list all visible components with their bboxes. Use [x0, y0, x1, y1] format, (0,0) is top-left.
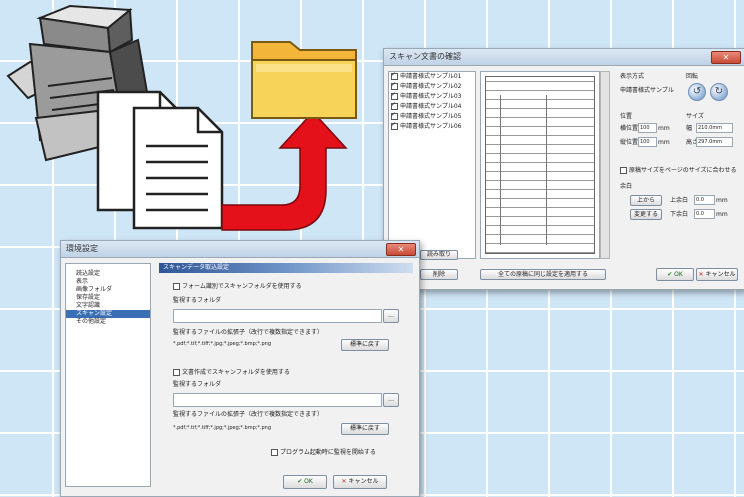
- list-item[interactable]: 申請書様式サンプル05: [389, 112, 475, 122]
- option1-ext-label: 監視するファイルの拡張子（改行で複数指定できます）: [173, 329, 324, 336]
- transfer-arrow-icon: [221, 110, 348, 231]
- preview-title: スキャン文書の確認: [389, 52, 461, 61]
- display-label: 表示方式: [620, 73, 645, 80]
- check-icon: ✔: [297, 478, 303, 485]
- preview-titlebar: スキャン文書の確認 ✕: [384, 49, 744, 66]
- margin-label: 余白: [620, 183, 633, 190]
- close-icon[interactable]: ✕: [386, 243, 416, 256]
- section-header: スキャンデータ取込設定: [159, 263, 413, 273]
- left-option-a[interactable]: 上から: [630, 195, 662, 206]
- pos-y-label: 縦位置: [620, 139, 639, 146]
- left-option-b[interactable]: 変更する: [630, 209, 662, 220]
- checkbox[interactable]: [620, 167, 627, 174]
- scan-preview-window: スキャン文書の確認 ✕ 申請書様式サンプル01 申請書様式サンプル02 申請書様…: [383, 48, 744, 290]
- tree-item[interactable]: 保存設定: [66, 294, 150, 302]
- startup-monitor-option[interactable]: プログラム起動時に監視を開始する: [271, 449, 376, 456]
- preview-scrollbar[interactable]: [600, 71, 610, 259]
- scan-illustration: [6, 4, 357, 231]
- settings-title: 環境設定: [66, 244, 98, 253]
- size-label: サイズ: [686, 113, 704, 120]
- option2-checkbox-row[interactable]: 文書作成でスキャンフォルダを使用する: [173, 369, 290, 376]
- unit-label: mm: [716, 211, 728, 218]
- page-preview: [480, 71, 600, 259]
- option1-reset-button[interactable]: 標準に戻す: [341, 339, 389, 351]
- unit-label: mm: [658, 125, 670, 132]
- browse-button[interactable]: …: [383, 309, 399, 323]
- width-field[interactable]: 210.0mm: [696, 123, 733, 133]
- fit-option[interactable]: 原稿サイズをページのサイズに合わせる: [620, 167, 737, 174]
- checkbox[interactable]: [271, 449, 278, 456]
- checkbox[interactable]: [391, 112, 398, 120]
- close-icon[interactable]: ✕: [711, 51, 741, 64]
- unit-label: mm: [716, 197, 728, 204]
- tree-item[interactable]: その他設定: [66, 318, 150, 326]
- document-icon: [96, 90, 224, 230]
- tree-item[interactable]: 画像フォルダ: [66, 286, 150, 294]
- settings-dialog: 環境設定 ✕ 読込設定 表示 画像フォルダ 保存設定 文字認識 スキャン設定 そ…: [60, 240, 420, 497]
- position-label: 位置: [620, 113, 633, 120]
- tree-item-selected[interactable]: スキャン設定: [66, 310, 150, 318]
- margin-top-field[interactable]: 0.0: [694, 195, 715, 205]
- pos-x-label: 横位置: [620, 125, 639, 132]
- pos-x-field[interactable]: 100: [638, 123, 657, 133]
- settings-category-tree[interactable]: 読込設定 表示 画像フォルダ 保存設定 文字認識 スキャン設定 その他設定: [65, 263, 151, 487]
- settings-ok-button[interactable]: ✔ OK: [283, 475, 327, 489]
- list-item[interactable]: 申請書様式サンプル06: [389, 122, 475, 132]
- check-icon: ✔: [667, 271, 673, 278]
- tree-item[interactable]: 表示: [66, 278, 150, 286]
- option2-ext-value: *.pdf;*.tif;*.tiff;*.jpg;*.jpeg;*.bmp;*.…: [173, 425, 272, 431]
- margin-bottom-label: 下余白: [670, 211, 689, 218]
- checkbox[interactable]: [173, 369, 180, 376]
- list-item[interactable]: 申請書様式サンプル04: [389, 102, 475, 112]
- document-list[interactable]: 申請書様式サンプル01 申請書様式サンプル02 申請書様式サンプル03 申請書様…: [388, 71, 476, 259]
- checkbox[interactable]: [391, 122, 398, 130]
- option2-ext-label: 監視するファイルの拡張子（改行で複数指定できます）: [173, 411, 324, 418]
- tree-item[interactable]: 読込設定: [66, 270, 150, 278]
- apply-all-button[interactable]: 全ての原稿に同じ設定を適用する: [480, 269, 606, 280]
- checkbox[interactable]: [391, 92, 398, 100]
- x-icon: ✕: [698, 271, 704, 278]
- rotate-left-icon[interactable]: ↺: [688, 83, 706, 101]
- unit-label: mm: [658, 139, 670, 146]
- option2-folder-field[interactable]: [173, 393, 382, 407]
- preview-cancel-button[interactable]: ✕ キャンセル: [696, 268, 738, 281]
- margin-bottom-field[interactable]: 0.0: [694, 209, 715, 219]
- checkbox[interactable]: [391, 102, 398, 110]
- option1-folder-field[interactable]: [173, 309, 382, 323]
- checkbox[interactable]: [173, 283, 180, 290]
- checkbox[interactable]: [391, 82, 398, 90]
- rotate-right-icon[interactable]: ↻: [710, 83, 728, 101]
- folder-icon: [251, 41, 357, 119]
- option2-folder-label: 監視するフォルダ: [173, 381, 222, 388]
- x-icon: ✕: [341, 478, 347, 485]
- tree-item[interactable]: 文字認識: [66, 302, 150, 310]
- settings-cancel-button[interactable]: ✕ キャンセル: [333, 475, 387, 489]
- settings-titlebar: 環境設定 ✕: [61, 241, 419, 258]
- margin-top-label: 上余白: [670, 197, 689, 204]
- preview-ok-button[interactable]: ✔ OK: [656, 268, 694, 281]
- list-item[interactable]: 申請書様式サンプル02: [389, 82, 475, 92]
- pos-y-field[interactable]: 100: [638, 137, 657, 147]
- scanned-form-thumbnail: [485, 76, 595, 254]
- delete-button[interactable]: 削除: [420, 269, 458, 280]
- read-button[interactable]: 読み取り: [420, 250, 458, 260]
- checkbox[interactable]: [391, 72, 398, 80]
- height-field[interactable]: 297.0mm: [696, 137, 733, 147]
- list-item[interactable]: 申請書様式サンプル01: [389, 72, 475, 82]
- option1-folder-label: 監視するフォルダ: [173, 297, 222, 304]
- rotate-label: 回転: [686, 73, 699, 80]
- browse-button[interactable]: …: [383, 393, 399, 407]
- option1-checkbox-row[interactable]: フォーム識別でスキャンフォルダを使用する: [173, 283, 302, 290]
- option1-ext-value: *.pdf;*.tif;*.tiff;*.jpg;*.jpeg;*.bmp;*.…: [173, 341, 272, 347]
- width-label: 幅: [686, 125, 693, 132]
- option2-reset-button[interactable]: 標準に戻す: [341, 423, 389, 435]
- display-value: 申請書様式サンプル: [620, 87, 674, 94]
- list-item[interactable]: 申請書様式サンプル03: [389, 92, 475, 102]
